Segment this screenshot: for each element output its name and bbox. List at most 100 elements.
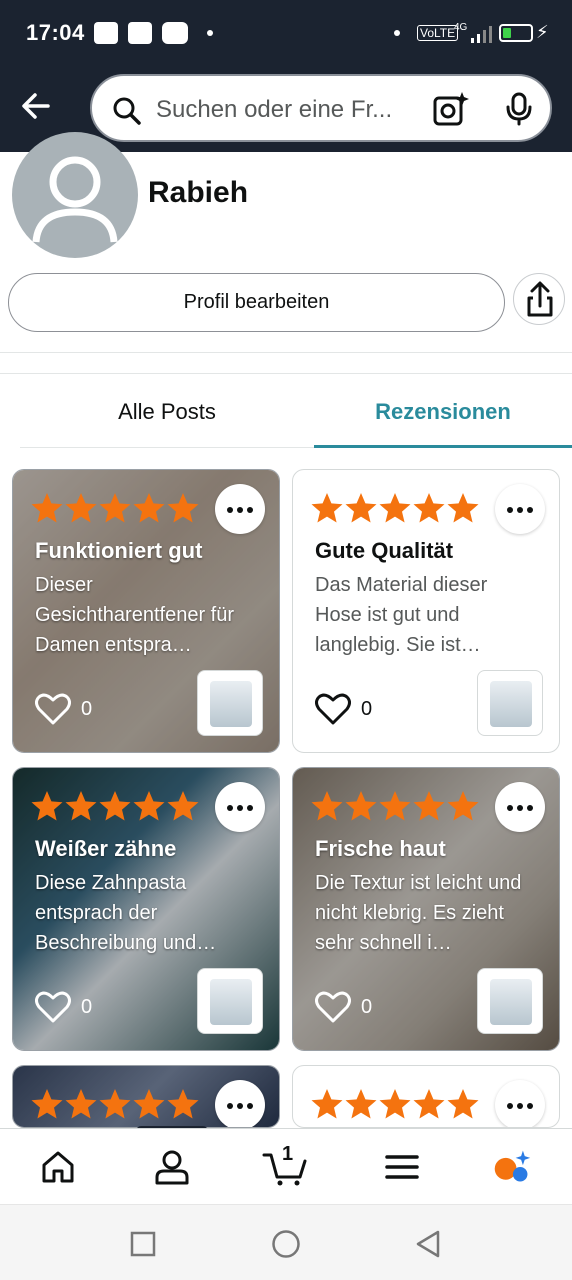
- heart-icon[interactable]: [35, 990, 71, 1024]
- home-icon[interactable]: [38, 1147, 78, 1187]
- like-count: 0: [361, 698, 373, 720]
- star-icon: [31, 1088, 63, 1122]
- more-options-button[interactable]: [215, 484, 265, 534]
- heart-icon[interactable]: [35, 692, 71, 726]
- search-bar[interactable]: Suchen oder eine Fr...: [90, 74, 552, 142]
- recents-icon[interactable]: [130, 1231, 156, 1257]
- rufus-icon[interactable]: [492, 1147, 532, 1187]
- edit-profile-button[interactable]: Profil bearbeiten: [8, 273, 505, 332]
- star-icon: [379, 790, 411, 824]
- system-navigation: [0, 1204, 572, 1280]
- home-system-icon[interactable]: [271, 1229, 301, 1259]
- review-text: Die Textur ist leicht und nicht klebrig.…: [315, 872, 522, 954]
- heart-icon[interactable]: [315, 692, 351, 726]
- star-icon: [413, 1088, 445, 1122]
- review-title: Frische haut: [315, 836, 446, 861]
- star-icon: [379, 492, 411, 526]
- bottom-navigation: 1: [0, 1128, 572, 1204]
- star-icon: [379, 1088, 411, 1122]
- review-card[interactable]: Weißer zähne Diese Zahnpasta entsprach de…: [12, 767, 280, 1051]
- product-thumbnail[interactable]: [477, 968, 543, 1034]
- star-rating: [31, 790, 199, 824]
- review-title: Funktioniert gut: [35, 538, 203, 563]
- star-icon: [413, 492, 445, 526]
- notification-icon: [94, 22, 118, 44]
- review-title: Weißer zähne: [35, 836, 177, 861]
- star-icon: [413, 790, 445, 824]
- more-options-button[interactable]: [215, 1080, 265, 1127]
- menu-icon[interactable]: [382, 1147, 422, 1187]
- volte-badge: VoLTE: [417, 25, 459, 41]
- profile-icon[interactable]: [152, 1147, 192, 1187]
- star-icon: [31, 790, 63, 824]
- like-count: 0: [81, 996, 93, 1018]
- heart-icon[interactable]: [315, 990, 351, 1024]
- back-arrow-icon[interactable]: [18, 88, 54, 124]
- review-title: Gute Qualität: [315, 538, 454, 563]
- search-input[interactable]: Suchen oder eine Fr...: [156, 96, 412, 124]
- like-count: 0: [81, 698, 93, 720]
- star-icon: [345, 790, 377, 824]
- more-options-button[interactable]: [215, 782, 265, 832]
- star-icon: [167, 1088, 199, 1122]
- star-icon: [167, 492, 199, 526]
- product-thumbnail[interactable]: [197, 968, 263, 1034]
- star-icon: [133, 492, 165, 526]
- more-options-button[interactable]: [495, 1080, 545, 1127]
- star-icon: [311, 492, 343, 526]
- review-card[interactable]: [12, 1065, 280, 1128]
- tab-all-posts[interactable]: Alle Posts: [20, 384, 314, 448]
- star-icon: [133, 1088, 165, 1122]
- review-text: Dieser Gesichtharentfener für Damen ents…: [35, 574, 234, 656]
- review-text: Diese Zahnpasta entsprach der Beschreibu…: [35, 872, 217, 954]
- star-icon: [31, 492, 63, 526]
- star-icon: [311, 1088, 343, 1122]
- product-thumbnail[interactable]: [197, 670, 263, 736]
- share-icon: [527, 281, 553, 317]
- star-icon: [345, 1088, 377, 1122]
- section-divider: [0, 352, 572, 374]
- star-icon: [99, 1088, 131, 1122]
- network-type: 4G: [454, 22, 468, 33]
- star-icon: [99, 492, 131, 526]
- search-icon: [113, 97, 141, 125]
- status-time: 17:04: [26, 20, 85, 45]
- like-count: 0: [361, 996, 373, 1018]
- star-icon: [65, 1088, 97, 1122]
- dot-icon: [207, 30, 213, 36]
- review-card[interactable]: Gute Qualität Das Material dieser Hose is…: [292, 469, 560, 753]
- product-thumbnail[interactable]: [477, 670, 543, 736]
- star-icon: [65, 790, 97, 824]
- star-rating: [311, 1088, 479, 1122]
- microphone-icon[interactable]: [504, 92, 534, 126]
- more-options-button[interactable]: [495, 484, 545, 534]
- signal-icon: [471, 26, 492, 43]
- star-icon: [447, 492, 479, 526]
- star-icon: [447, 790, 479, 824]
- dot-icon: [394, 30, 400, 36]
- share-button[interactable]: [513, 273, 565, 325]
- charging-icon: ⚡: [536, 22, 549, 42]
- battery-icon: [499, 24, 533, 42]
- cart-button[interactable]: 1: [262, 1143, 310, 1187]
- star-icon: [65, 492, 97, 526]
- back-system-icon[interactable]: [414, 1229, 442, 1259]
- review-card[interactable]: Funktioniert gut Dieser Gesichtharentfene…: [12, 469, 280, 753]
- star-icon: [447, 1088, 479, 1122]
- star-icon: [133, 790, 165, 824]
- profile-name: Rabieh: [148, 176, 249, 209]
- cart-count: 1: [282, 1143, 294, 1165]
- avatar[interactable]: [12, 132, 138, 258]
- tab-reviews[interactable]: Rezensionen: [314, 384, 572, 448]
- status-bar: 17:04 VoLTE 4G ⚡: [0, 0, 572, 66]
- review-text: Das Material dieser Hose ist gut und lan…: [315, 574, 488, 656]
- person-icon: [32, 156, 118, 243]
- star-rating: [311, 492, 479, 526]
- camera-search-icon[interactable]: [432, 90, 470, 128]
- notification-icon: [128, 22, 152, 44]
- youtube-icon: [162, 22, 188, 44]
- more-options-button[interactable]: [495, 782, 545, 832]
- star-icon: [345, 492, 377, 526]
- review-card[interactable]: [292, 1065, 560, 1128]
- review-card[interactable]: Frische haut Die Textur ist leicht und ni…: [292, 767, 560, 1051]
